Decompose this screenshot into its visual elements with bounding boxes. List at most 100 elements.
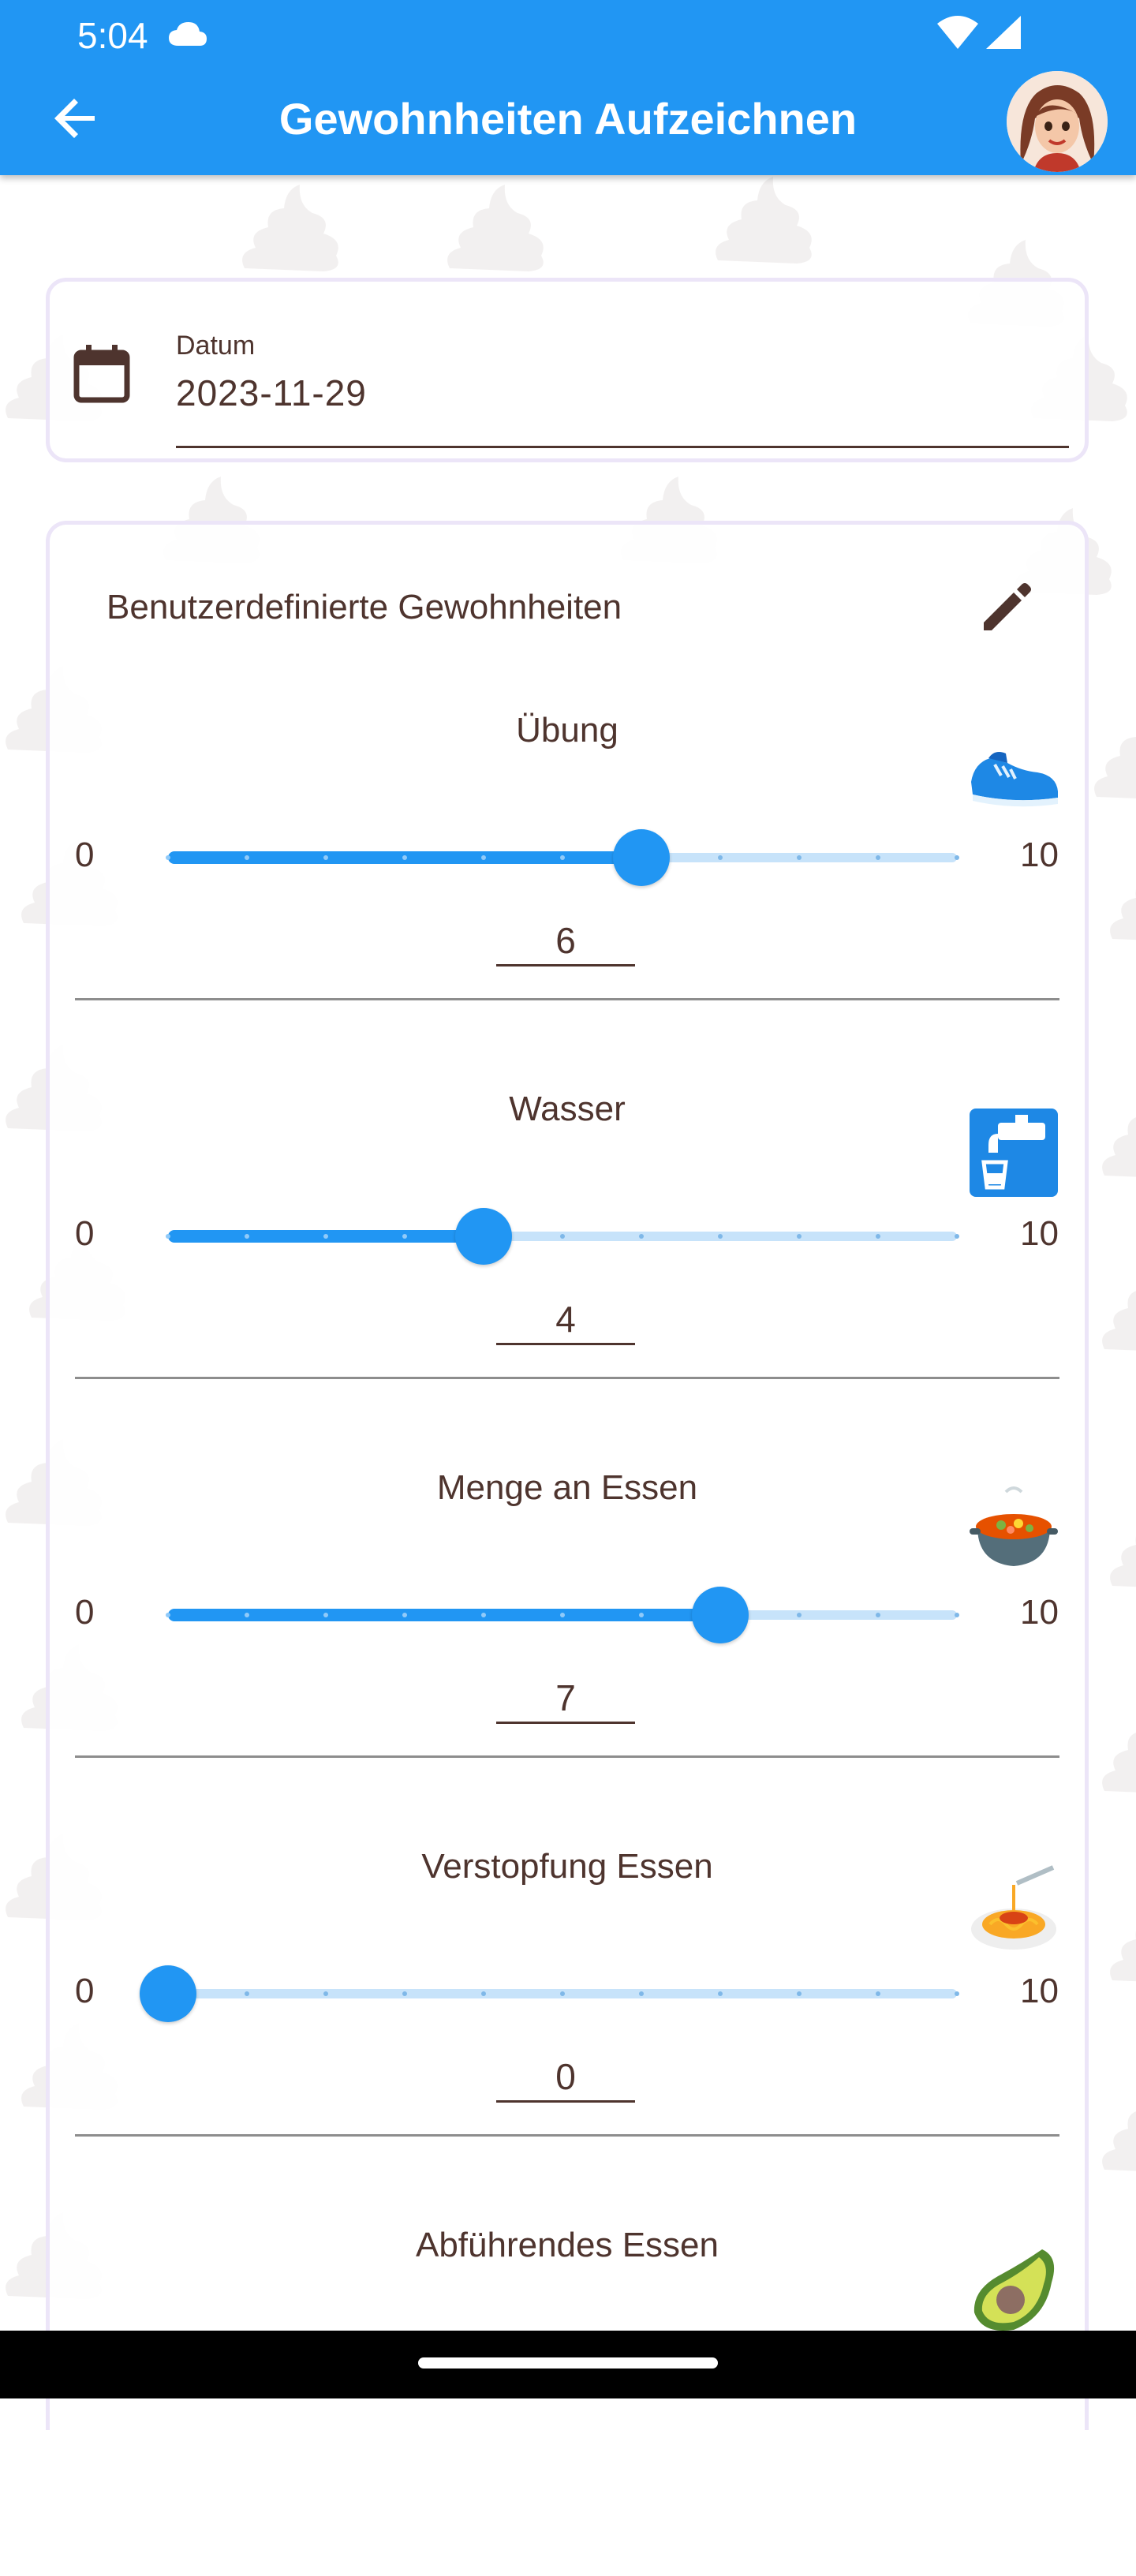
slider-tick (639, 1234, 644, 1239)
poo-pattern-icon (1110, 1931, 1136, 1982)
slider-tick (718, 1234, 723, 1239)
habit-value: 7 (555, 1677, 576, 1718)
cellular-signal-icon (986, 16, 1021, 49)
slider-tick (797, 1991, 802, 1996)
divider (75, 2134, 1059, 2137)
slider-tick (955, 1991, 959, 1996)
poo-pattern-icon (1110, 1536, 1136, 1587)
slider-tick (797, 855, 802, 860)
slider-tick (560, 1991, 565, 1996)
slider-tick (166, 1613, 170, 1617)
habit-value-field[interactable]: 0 (496, 2055, 635, 2103)
custom-habits-card: Benutzerdefinierte Gewohnheiten Übung 0 … (46, 521, 1089, 2430)
habits-section-title: Benutzerdefinierte Gewohnheiten (106, 588, 622, 626)
slider-max-label: 10 (1020, 1214, 1059, 1253)
habit-item-verstopfung-essen: Verstopfung Essen 0 10 0 (50, 1819, 1085, 2197)
slider-max-label: 10 (1020, 836, 1059, 874)
slider-tick (955, 1234, 959, 1239)
slider-tick (323, 855, 328, 860)
habit-slider[interactable] (166, 829, 959, 886)
slider-max-label: 10 (1020, 1972, 1059, 2010)
slider-tick (639, 1991, 644, 1996)
habit-value-field[interactable]: 6 (496, 919, 635, 966)
poo-pattern-icon (1102, 1117, 1136, 1177)
habit-value-field[interactable]: 7 (496, 1677, 635, 1724)
slider-tick (481, 1613, 486, 1617)
slider-tick (323, 1613, 328, 1617)
pot-of-food-icon (970, 1486, 1058, 1566)
slider-tick (560, 855, 565, 860)
slider-thumb[interactable] (455, 1208, 512, 1265)
slider-tick (560, 1613, 565, 1617)
wifi-icon (937, 16, 978, 49)
habit-value-field[interactable]: 4 (496, 1298, 635, 1345)
poo-pattern-icon (1102, 2111, 1136, 2171)
value-underline (496, 2100, 635, 2103)
value-underline (496, 1722, 635, 1724)
slider-tick (402, 1991, 407, 1996)
slider-tick (402, 1234, 407, 1239)
habit-name: Übung (516, 711, 618, 750)
slider-max-label: 10 (1020, 1593, 1059, 1632)
divider (75, 1755, 1059, 1758)
slider-tick (876, 1613, 880, 1617)
edit-pencil-icon[interactable] (977, 575, 1037, 635)
poo-pattern-icon (1102, 1733, 1136, 1793)
app-bar: 5:04 Gewohnheiten Aufzeichnen (0, 0, 1136, 175)
value-underline (496, 1343, 635, 1345)
spaghetti-icon (971, 1865, 1056, 1950)
habit-item-uebung: Übung 0 10 6 (50, 682, 1085, 1061)
habit-value: 0 (555, 2056, 576, 2097)
habit-slider[interactable] (166, 1208, 959, 1265)
status-time: 5:04 (77, 15, 148, 56)
slider-tick (955, 855, 959, 860)
slider-tick (481, 1991, 486, 1996)
habit-value: 4 (555, 1299, 576, 1340)
habit-slider[interactable] (166, 1587, 959, 1643)
system-navigation-bar (0, 2331, 1136, 2398)
value-underline (496, 964, 635, 966)
date-input[interactable]: 2023-11-29 (176, 372, 367, 414)
divider (75, 998, 1059, 1000)
slider-tick (797, 1234, 802, 1239)
calendar-icon (73, 345, 130, 403)
habit-item-menge-an-essen: Menge an Essen 0 10 7 (50, 1440, 1085, 1819)
slider-tick (797, 1613, 802, 1617)
slider-min-label: 0 (75, 1593, 95, 1632)
date-underline (176, 446, 1069, 448)
habit-item-wasser: Wasser 0 10 4 (50, 1061, 1085, 1440)
habit-name: Wasser (509, 1090, 626, 1128)
slider-min-label: 0 (75, 1972, 95, 2010)
slider-tick (955, 1613, 959, 1617)
home-gesture-handle[interactable] (418, 2357, 718, 2368)
habit-value: 6 (555, 920, 576, 961)
poo-pattern-icon (716, 177, 812, 264)
slider-tick (166, 855, 170, 860)
poo-pattern-icon (242, 185, 338, 271)
slider-tick (245, 855, 249, 860)
slider-thumb[interactable] (692, 1587, 749, 1643)
poo-pattern-icon (1094, 737, 1136, 798)
slider-thumb[interactable] (613, 829, 670, 886)
habit-slider[interactable] (140, 1965, 959, 2022)
slider-tick (560, 1234, 565, 1239)
slider-min-label: 0 (75, 836, 95, 874)
slider-tick (876, 855, 880, 860)
slider-tick (402, 1613, 407, 1617)
poo-pattern-icon (447, 185, 544, 271)
slider-tick (323, 1234, 328, 1239)
poo-pattern-icon (1110, 889, 1136, 940)
slider-thumb[interactable] (140, 1965, 196, 2022)
slider-min-label: 0 (75, 1214, 95, 1253)
slider-tick (245, 1613, 249, 1617)
slider-tick (718, 1991, 723, 1996)
date-card[interactable]: Datum 2023-11-29 (46, 278, 1089, 462)
water-tap-icon (970, 1109, 1058, 1197)
running-shoe-icon (971, 752, 1058, 807)
avatar[interactable] (1007, 71, 1108, 172)
avatar-illustration (1007, 71, 1108, 172)
slider-tick (166, 1234, 170, 1239)
page-title: Gewohnheiten Aufzeichnen (278, 94, 858, 144)
habit-name: Verstopfung Essen (421, 1847, 713, 1886)
slider-tick (323, 1991, 328, 1996)
